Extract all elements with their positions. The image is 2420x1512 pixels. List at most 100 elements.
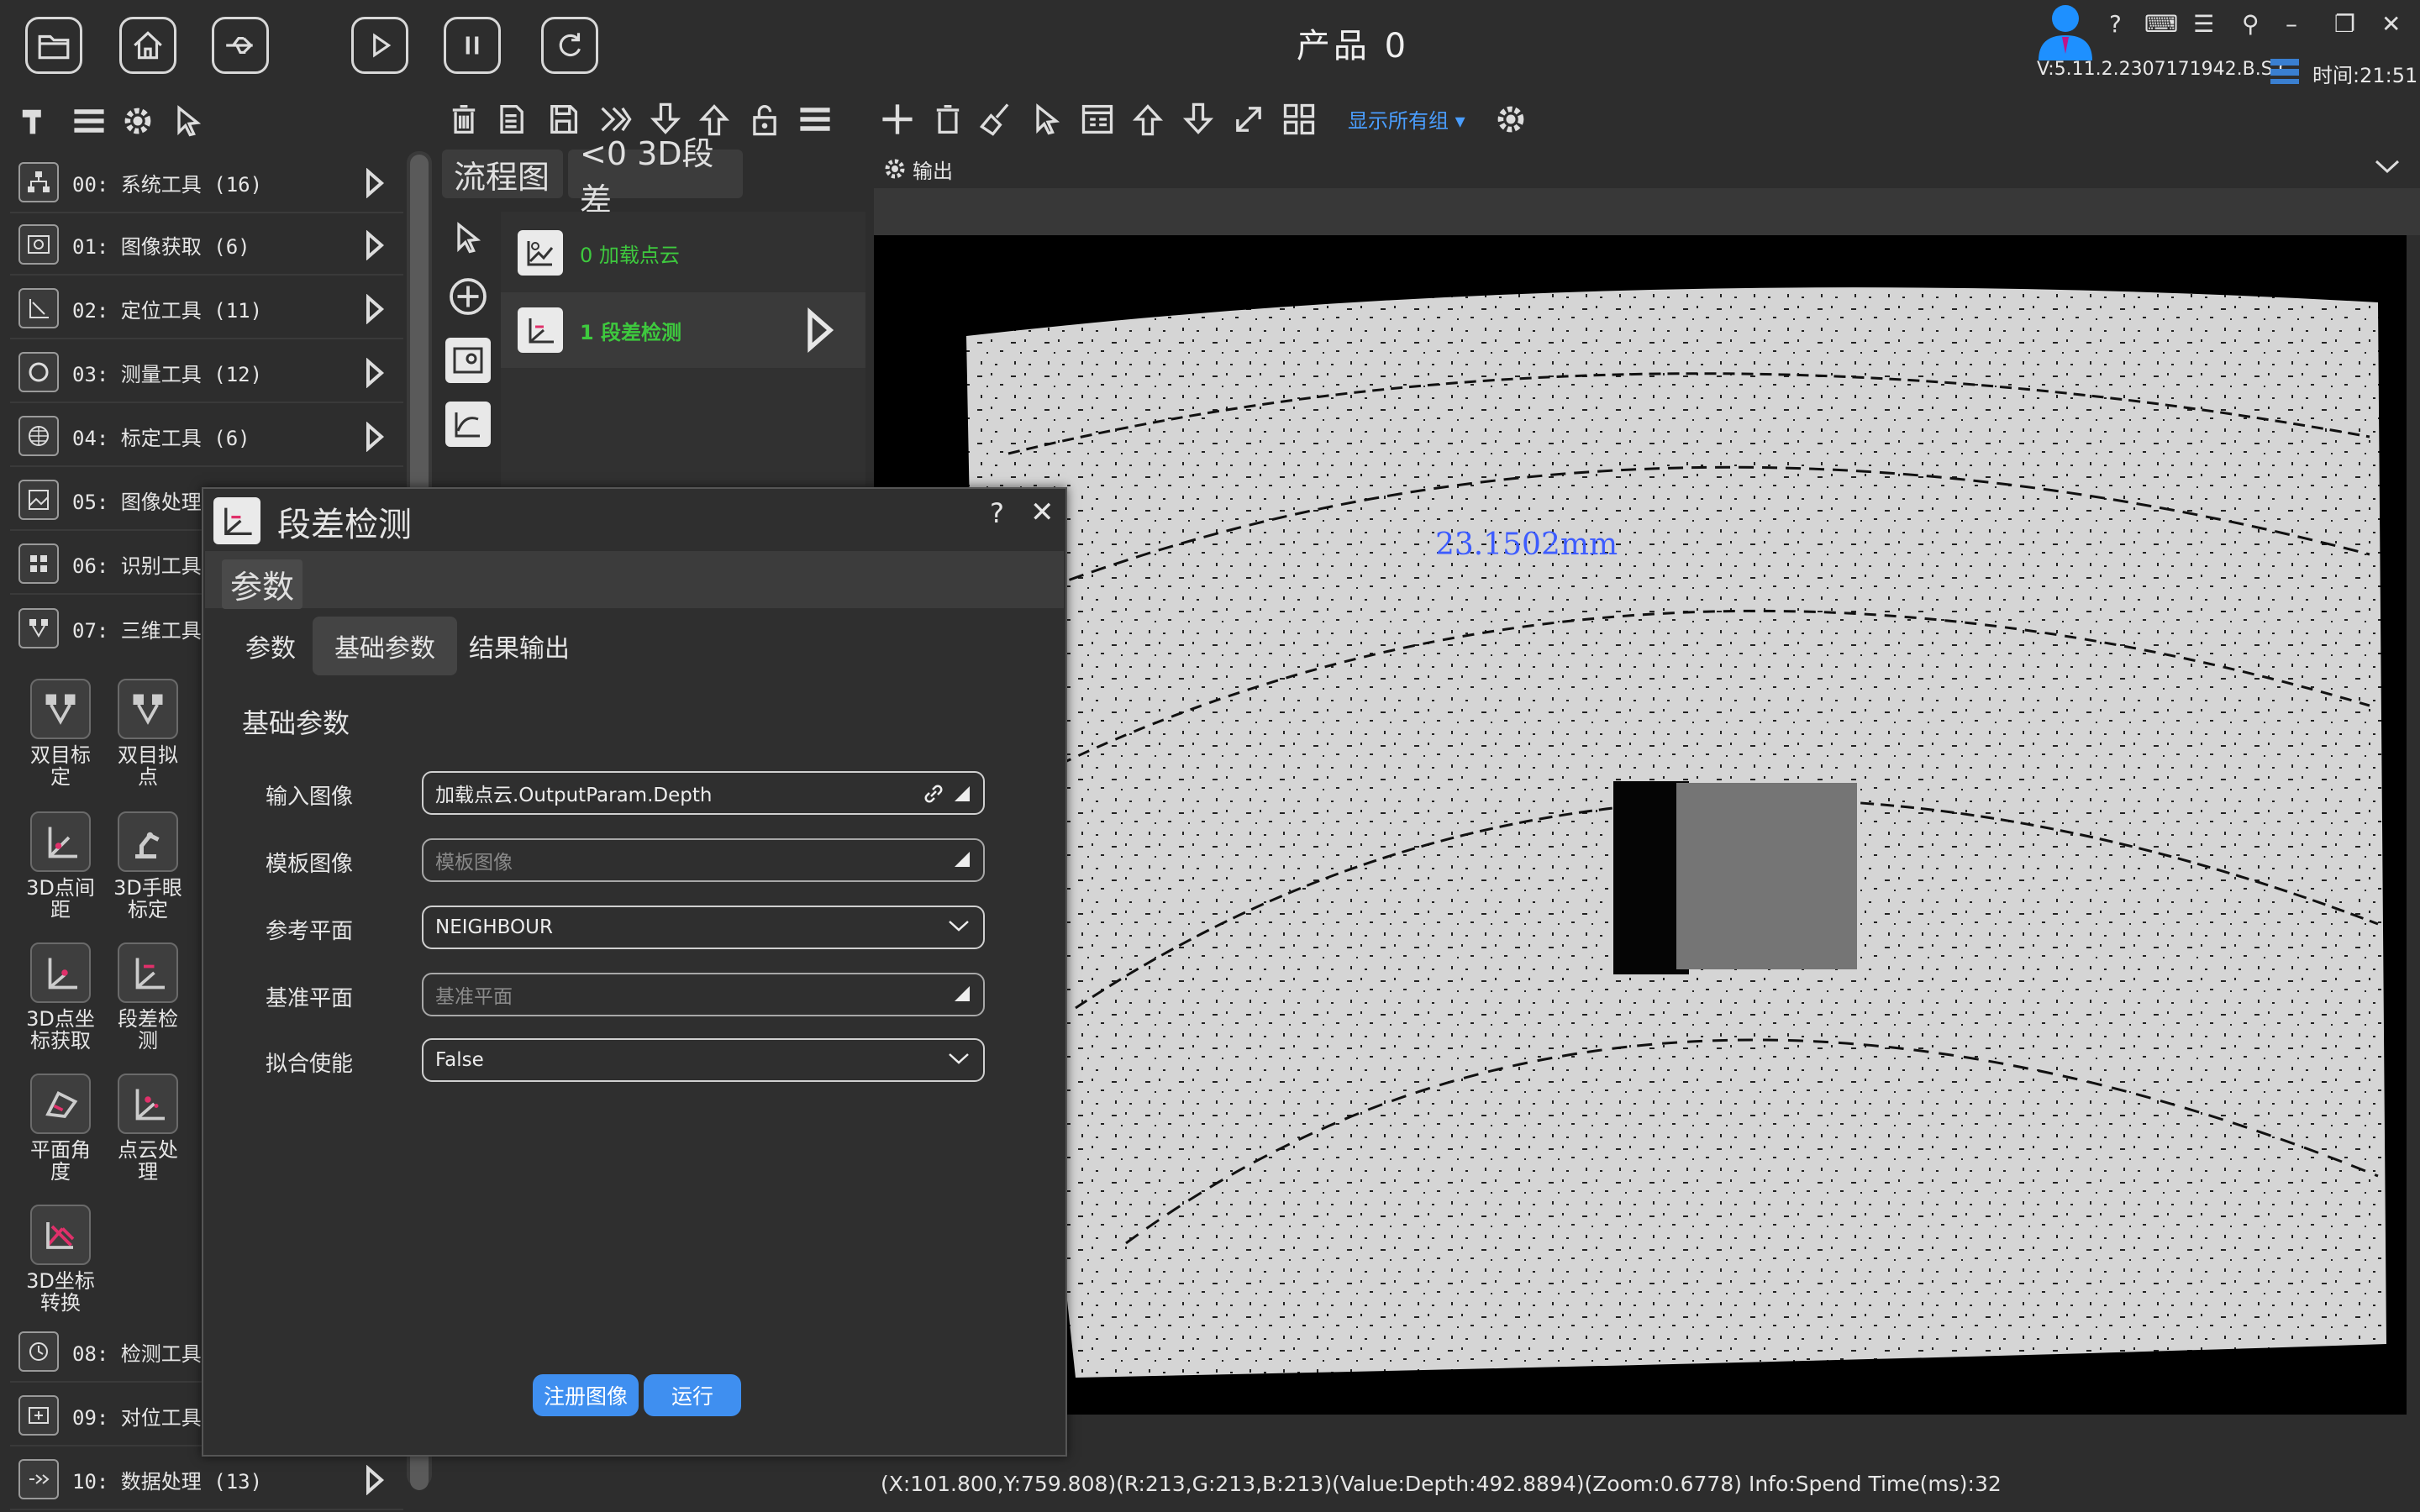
template-image-label: 模板图像 <box>266 852 354 877</box>
hammer-icon[interactable] <box>13 101 54 141</box>
minimize-icon[interactable]: – <box>2286 10 2297 38</box>
restore-icon[interactable]: ❐ <box>2334 10 2355 38</box>
point-coord-icon <box>30 942 91 1003</box>
panel-icon[interactable] <box>1077 99 1118 139</box>
tab-basic-params[interactable]: 基础参数 <box>313 617 457 675</box>
menu-lines-icon[interactable] <box>69 101 109 141</box>
link-icon[interactable] <box>923 783 944 805</box>
flow-add-circle-icon[interactable] <box>445 274 491 319</box>
tool-tile-point-cloud-process[interactable]: 点云处 理 <box>106 1074 190 1183</box>
input-image-field[interactable]: 加载点云.OutputParam.Depth <box>422 771 985 815</box>
continuous-run-button[interactable] <box>541 17 598 74</box>
tool-tile-plane-angle[interactable]: 平面角 度 <box>18 1074 103 1183</box>
tile-label-line2: 标获取 <box>30 1029 91 1053</box>
flow-pointer-icon[interactable] <box>445 215 491 260</box>
tool-tile-3d-point-coord[interactable]: 3D点坐 标获取 <box>18 942 103 1052</box>
fit-enable-select[interactable]: False <box>422 1038 985 1082</box>
category-image-acquire[interactable]: 01: 图像获取 (6) <box>10 215 403 276</box>
clock-detect-icon <box>18 1331 59 1372</box>
dialog-section-label: 参数 <box>222 559 303 609</box>
fit-enable-label: 拟合使能 <box>266 1052 354 1077</box>
tool-tile-step-detect[interactable]: 段差检 测 <box>106 942 190 1052</box>
dialog-step-icon <box>213 497 260 544</box>
delete-icon[interactable] <box>444 99 484 139</box>
base-plane-field[interactable]: 基准平面 <box>422 973 985 1016</box>
tab-params-label: 参数 <box>245 634 296 664</box>
play-icon <box>373 33 392 58</box>
depth-image-view[interactable] <box>874 235 2407 1415</box>
expand-icon[interactable] <box>1228 99 1269 139</box>
tool-tile-binocular-calib[interactable]: 双目标 定 <box>18 679 103 788</box>
tool-tile-3d-coord-transform[interactable]: 3D坐标 转换 <box>18 1205 103 1314</box>
collapse-chevron-icon[interactable] <box>2373 156 2402 176</box>
register-image-button[interactable]: 注册图像 <box>533 1374 639 1416</box>
dropdown-corner-icon[interactable] <box>953 850 971 869</box>
help-icon[interactable]: ? <box>2109 10 2122 38</box>
delete-output-icon[interactable] <box>928 99 968 139</box>
dialog-close-icon[interactable]: ✕ <box>1030 496 1055 529</box>
flow-chart-icon[interactable] <box>445 402 491 447</box>
add-icon[interactable] <box>877 99 918 139</box>
depth-image <box>966 287 2386 1378</box>
keyboard-icon[interactable]: ⌨ <box>2144 10 2178 38</box>
settings-gear-icon[interactable] <box>118 101 158 141</box>
usb-button[interactable] <box>212 17 269 74</box>
image-acquire-icon <box>18 224 59 265</box>
pause-button[interactable] <box>444 17 501 74</box>
dialog-help-icon[interactable]: ? <box>990 497 1004 529</box>
grid-layout-icon[interactable] <box>1279 99 1319 139</box>
register-image-label: 注册图像 <box>543 1384 628 1409</box>
show-groups-dropdown[interactable]: 显示所有组 ▾ <box>1348 104 1465 134</box>
template-image-field[interactable]: 模板图像 <box>422 838 985 882</box>
save-icon[interactable] <box>543 99 583 139</box>
list-lines-icon[interactable] <box>795 99 835 139</box>
run-once-button[interactable] <box>351 17 408 74</box>
select-pointer-icon[interactable] <box>1027 99 1067 139</box>
reference-plane-select[interactable]: NEIGHBOUR <box>422 906 985 949</box>
home-button[interactable] <box>119 17 176 74</box>
output-subbar <box>874 188 2420 235</box>
coord-transform-icon <box>30 1205 91 1265</box>
home-icon <box>134 31 162 60</box>
category-system-tools[interactable]: 00: 系统工具 (16) <box>10 153 403 213</box>
open-folder-button[interactable] <box>25 17 82 74</box>
list-menu-icon[interactable]: ☰ <box>2193 10 2214 38</box>
run-button[interactable]: 运行 <box>644 1374 741 1416</box>
close-window-icon[interactable]: ✕ <box>2381 10 2401 38</box>
broom-icon[interactable] <box>976 99 1017 139</box>
chevron-down-icon: ▾ <box>1455 109 1465 133</box>
run-node-play-icon[interactable] <box>805 307 835 353</box>
copy-icon[interactable] <box>491 99 531 139</box>
move-down-icon[interactable] <box>1178 99 1218 139</box>
category-data-process[interactable]: 10: 数据处理 (13) <box>10 1450 403 1510</box>
user-avatar-icon[interactable] <box>2033 2 2097 60</box>
tool-tile-binocular-fit[interactable]: 双目拟 点 <box>106 679 190 788</box>
tile-label-line2: 距 <box>50 898 71 921</box>
tool-tile-3d-point-distance[interactable]: 3D点间 距 <box>18 811 103 921</box>
flow-node-step-detect[interactable]: 1 段差检测 <box>501 292 865 368</box>
dropdown-corner-icon[interactable] <box>953 785 971 803</box>
output-gear-icon[interactable] <box>882 156 908 181</box>
tab-flowchart[interactable]: 流程图 <box>442 150 563 198</box>
move-up-icon[interactable] <box>1128 99 1168 139</box>
tool-tile-3d-hand-eye[interactable]: 3D手眼 标定 <box>106 811 190 921</box>
tab-basic-params-label: 基础参数 <box>334 634 435 664</box>
category-calibration-tools[interactable]: 04: 标定工具 (6) <box>10 407 403 467</box>
category-locate-tools[interactable]: 02: 定位工具 (11) <box>10 279 403 339</box>
pin-icon[interactable]: ⚲ <box>2242 10 2260 38</box>
unlock-icon[interactable] <box>744 99 785 139</box>
expand-arrow-icon <box>366 294 385 324</box>
tab-3d-step[interactable]: <0 3D段差 <box>568 135 743 218</box>
flow-image-icon[interactable] <box>445 338 491 383</box>
pointer-icon[interactable] <box>168 101 208 141</box>
tab-result-output[interactable]: 结果输出 <box>447 617 592 675</box>
tile-label-line1: 3D点坐 <box>26 1007 95 1031</box>
category-measure-tools[interactable]: 03: 测量工具 (12) <box>10 343 403 403</box>
template-image-placeholder: 模板图像 <box>435 852 513 874</box>
output-settings-icon[interactable] <box>1491 99 1531 139</box>
flow-node-load-cloud[interactable]: 0 加载点云 <box>501 215 865 291</box>
tab-params[interactable]: 参数 <box>224 617 318 675</box>
dropdown-corner-icon[interactable] <box>953 984 971 1003</box>
category-label: 01: 图像获取 (6) <box>72 234 250 259</box>
category-label: 09: 对位工具 <box>72 1405 202 1430</box>
